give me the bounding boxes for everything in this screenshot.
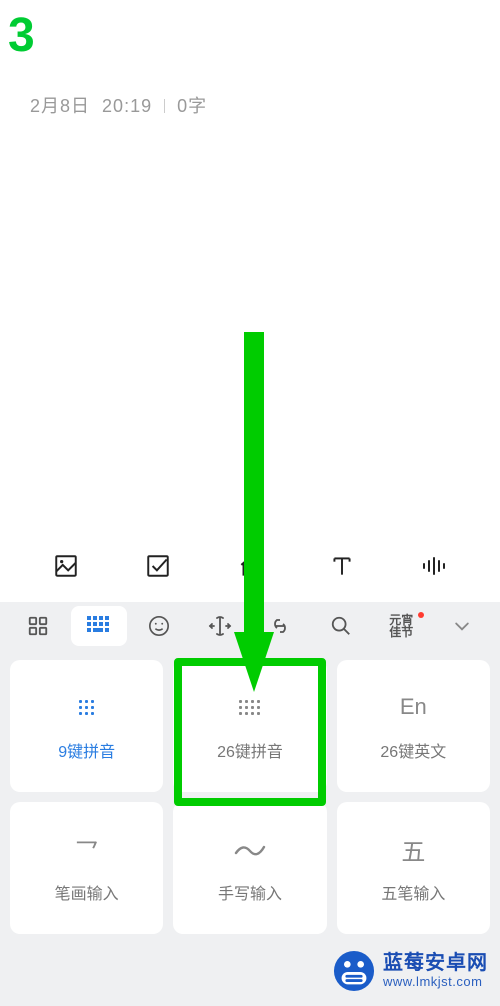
wu-icon: 五 (401, 832, 425, 866)
layout-label: 笔画输入 (55, 880, 119, 904)
nine-dots-icon (79, 690, 94, 724)
note-meta: 2月8日 20:19 0字 (30, 92, 207, 118)
note-wordcount: 0字 (177, 96, 207, 116)
search-icon[interactable] (313, 606, 370, 646)
apps-icon[interactable] (10, 606, 67, 646)
layout-wubi[interactable]: 五 五笔输入 (337, 802, 490, 934)
layout-label: 手写输入 (218, 880, 282, 904)
watermark-url: www.lmkjst.com (383, 975, 488, 990)
cursor-icon[interactable] (192, 606, 249, 646)
layout-26key-pinyin[interactable]: 26键拼音 (173, 660, 326, 792)
wave-icon (233, 832, 267, 866)
checkbox-icon[interactable] (144, 552, 172, 580)
chevron-down-icon[interactable] (434, 606, 491, 646)
festival-icon[interactable]: 元宵 佳节 (373, 606, 430, 646)
stroke-icon: 乛 (75, 832, 99, 866)
link-icon[interactable] (252, 606, 309, 646)
text-icon[interactable] (328, 552, 356, 580)
note-time: 20:19 (102, 96, 152, 116)
image-icon[interactable] (52, 552, 80, 580)
layout-handwrite[interactable]: 手写输入 (173, 802, 326, 934)
layout-label: 9键拼音 (58, 738, 115, 762)
watermark: 蓝莓安卓网 www.lmkjst.com (333, 950, 488, 992)
keyboard-icon[interactable] (71, 606, 128, 646)
layout-label: 26键英文 (380, 738, 446, 762)
watermark-title: 蓝莓安卓网 (383, 952, 488, 975)
notification-dot (418, 612, 424, 618)
ime-panel: 元宵 佳节 9键拼音 26键拼音 En (0, 602, 500, 1006)
en-icon: En (400, 690, 427, 724)
home-icon[interactable] (236, 552, 264, 580)
layout-9key-pinyin[interactable]: 9键拼音 (10, 660, 163, 792)
voice-icon[interactable] (420, 552, 448, 580)
layout-26key-english[interactable]: En 26键英文 (337, 660, 490, 792)
twelve-dots-icon (239, 690, 260, 724)
layout-grid: 9键拼音 26键拼音 En 26键英文 乛 笔画输入 (0, 650, 500, 944)
note-date: 2月8日 (30, 96, 90, 116)
step-badge: 3 (8, 8, 35, 63)
festival-line2: 佳节 (389, 626, 413, 638)
layout-label: 26键拼音 (217, 738, 283, 762)
ime-toolbar: 元宵 佳节 (0, 602, 500, 650)
layout-label: 五笔输入 (381, 880, 445, 904)
editor-toolbar (0, 539, 500, 593)
watermark-logo-icon (333, 950, 375, 992)
emoji-icon[interactable] (131, 606, 188, 646)
layout-bihua[interactable]: 乛 笔画输入 (10, 802, 163, 934)
